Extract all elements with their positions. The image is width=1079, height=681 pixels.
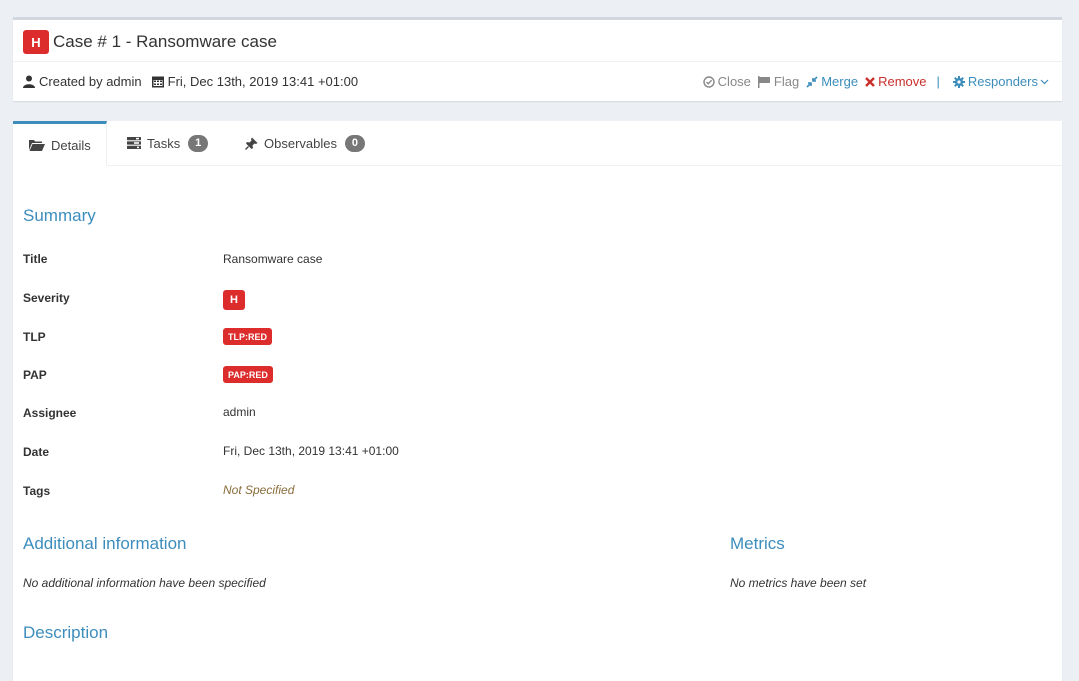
created-date-text: Fri, Dec 13th, 2019 13:41 +01:00: [167, 74, 359, 89]
compress-icon: [806, 75, 818, 88]
close-button[interactable]: Close: [702, 74, 751, 89]
severity-label: Severity: [23, 291, 70, 305]
description-heading: Description: [23, 623, 109, 642]
merge-label: Merge: [821, 74, 859, 89]
pap-label: PAP: [23, 368, 47, 382]
tab-tasks-label: Tasks: [147, 135, 181, 151]
created-date: Fri, Dec 13th, 2019 13:41 +01:00: [151, 74, 359, 89]
remove-label: Remove: [878, 74, 927, 89]
tab-observables[interactable]: Observables 0: [245, 121, 365, 165]
summary-heading: Summary: [23, 206, 96, 225]
flag-label: Flag: [773, 74, 800, 89]
user-icon: [23, 75, 35, 88]
tags-value: Not Specified: [223, 483, 295, 497]
tab-details-label: Details: [51, 137, 91, 153]
tags-label: Tags: [23, 484, 51, 498]
merge-button[interactable]: Merge: [806, 74, 858, 89]
tasks-icon: [127, 137, 141, 149]
severity-value-badge: H: [223, 290, 245, 310]
case-tabs: Details Tasks 1 Observables 0: [13, 121, 1062, 166]
case-details-panel: Details Tasks 1 Observables 0 Summary Ti…: [13, 121, 1062, 681]
title-label: Title: [23, 252, 48, 266]
flag-button[interactable]: Flag: [757, 74, 800, 89]
additional-info-empty: No additional information have been spec…: [23, 576, 266, 590]
responders-dropdown[interactable]: Responders: [952, 74, 1052, 89]
tab-details[interactable]: Details: [13, 121, 107, 166]
observables-count-badge: 0: [344, 134, 365, 152]
check-circle-icon: [702, 75, 715, 88]
tlp-label: TLP: [23, 330, 46, 344]
action-separator: |: [936, 74, 940, 89]
metrics-heading: Metrics: [730, 534, 785, 553]
date-value: Fri, Dec 13th, 2019 13:41 +01:00: [223, 444, 399, 458]
folder-open-icon: [29, 140, 45, 151]
assignee-value: admin: [223, 405, 256, 419]
tab-observables-label: Observables: [264, 135, 337, 151]
tlp-badge: TLP:RED: [223, 328, 272, 345]
times-icon: [865, 76, 875, 87]
case-actions: Close Flag Merge Remove | Responders: [696, 74, 1052, 89]
title-value: Ransomware case: [223, 252, 323, 266]
pap-badge: PAP:RED: [223, 366, 273, 383]
additional-info-heading: Additional information: [23, 534, 187, 553]
case-meta: Created by admin Fri, Dec 13th, 2019 13:…: [23, 74, 368, 89]
case-title-row: H Case # 1 - Ransomware case: [23, 29, 277, 55]
close-label: Close: [717, 74, 751, 89]
responders-label: Responders: [967, 74, 1038, 89]
tasks-count-badge: 1: [188, 134, 209, 152]
tab-tasks[interactable]: Tasks 1: [127, 121, 209, 165]
flag-icon: [757, 75, 770, 88]
gear-icon: [952, 75, 965, 88]
case-header: H Case # 1 - Ransomware case Created by …: [13, 17, 1062, 101]
created-by-text: Created by admin: [39, 74, 142, 89]
assignee-label: Assignee: [23, 406, 77, 420]
chevron-down-icon: [1040, 79, 1049, 84]
remove-button[interactable]: Remove: [865, 74, 927, 89]
created-by: Created by admin: [23, 74, 142, 89]
severity-badge: H: [23, 30, 49, 54]
date-label: Date: [23, 445, 50, 459]
metrics-empty: No metrics have been set: [730, 576, 867, 590]
calendar-icon: [151, 76, 164, 88]
pin-icon: [245, 137, 258, 150]
header-divider: [13, 61, 1062, 62]
case-title: Case # 1 - Ransomware case: [53, 32, 277, 51]
